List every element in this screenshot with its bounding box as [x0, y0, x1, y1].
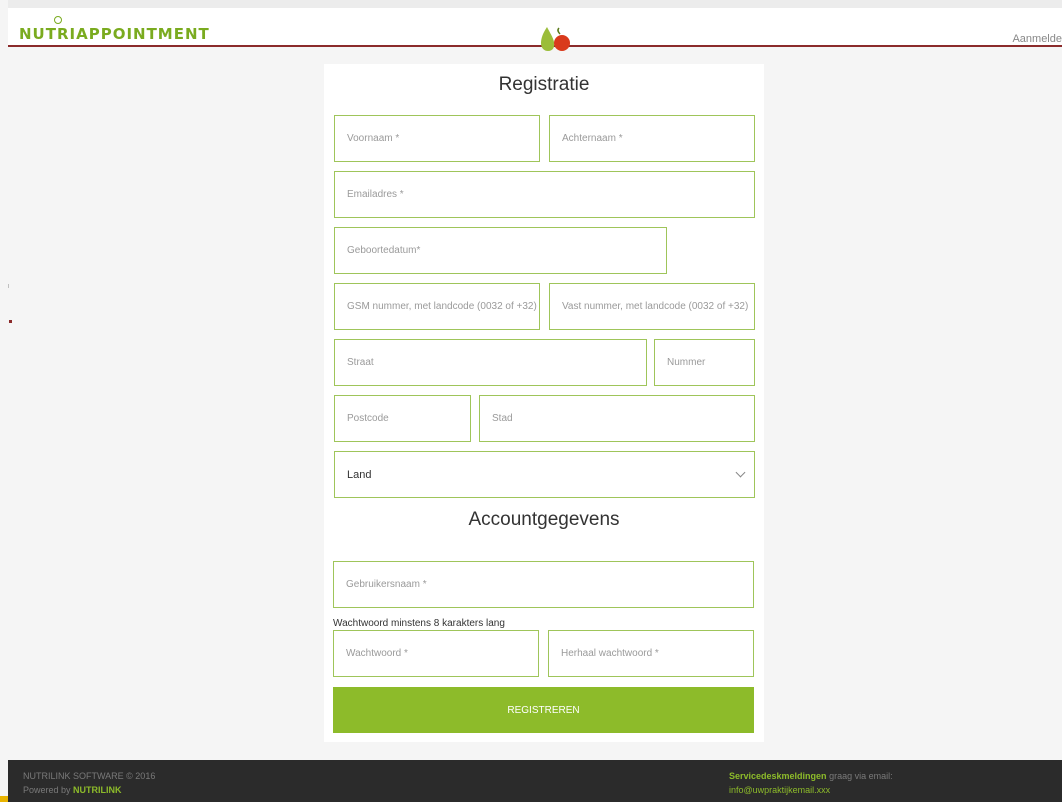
birthdate-field[interactable]: Geboortedatum* — [334, 227, 667, 274]
servicedesk-label: Servicedeskmeldingen — [729, 771, 827, 781]
password-field[interactable]: Wachtwoord * — [333, 630, 539, 677]
powered-by-label: Powered by — [23, 785, 71, 795]
registration-title: Registratie — [498, 74, 590, 95]
login-link[interactable]: Aanmelde — [1012, 33, 1062, 45]
side-mark — [8, 284, 9, 288]
footer-powered-by: Powered by NUTRILINK — [23, 785, 122, 795]
footer-copyright: NUTRILINK SOFTWARE © 2016 — [23, 771, 156, 781]
site-footer: NUTRILINK SOFTWARE © 2016 Powered by NUT… — [8, 760, 1062, 802]
brand-logo[interactable]: NUTRIAPPOINTMENT — [19, 16, 210, 43]
footer-servicedesk: Servicedeskmeldingen graag via email: — [729, 771, 893, 781]
logo-dot-icon — [54, 16, 62, 24]
landline-number-field[interactable]: Vast nummer, met landcode (0032 of +32) — [549, 283, 755, 330]
top-strip — [8, 0, 1062, 8]
account-title: Accountgegevens — [468, 509, 620, 530]
first-name-field[interactable]: Voornaam * — [334, 115, 540, 162]
city-field[interactable]: Stad — [479, 395, 755, 442]
password-hint: Wachtwoord minstens 8 karakters lang — [333, 618, 505, 629]
password-repeat-field[interactable]: Herhaal wachtwoord * — [548, 630, 754, 677]
chevron-down-icon — [735, 467, 746, 478]
nutrilink-link[interactable]: NUTRILINK — [73, 785, 122, 795]
username-field[interactable]: Gebruikersnaam * — [333, 561, 754, 608]
house-number-field[interactable]: Nummer — [654, 339, 755, 386]
logo-text: NUTRIAPPOINTMENT — [19, 25, 210, 43]
register-button[interactable]: REGISTREREN — [333, 687, 754, 733]
street-field[interactable]: Straat — [334, 339, 647, 386]
mobile-number-field[interactable]: GSM nummer, met landcode (0032 of +32) — [334, 283, 540, 330]
corner-mark — [0, 796, 8, 802]
servicedesk-text: graag via email: — [829, 771, 893, 781]
pear-apple-logo-icon — [541, 27, 570, 51]
side-mark — [9, 320, 12, 323]
country-select-value: Land — [347, 468, 372, 481]
last-name-field[interactable]: Achternaam * — [549, 115, 755, 162]
site-header: NUTRIAPPOINTMENT Aanmelde — [8, 8, 1062, 51]
postcode-field[interactable]: Postcode — [334, 395, 471, 442]
country-select[interactable]: Land — [334, 451, 755, 498]
email-field[interactable]: Emailadres * — [334, 171, 755, 218]
footer-email-link[interactable]: info@uwpraktijkemail.xxx — [729, 785, 830, 795]
registration-card: Registratie Voornaam * Achternaam * Emai… — [324, 64, 764, 742]
